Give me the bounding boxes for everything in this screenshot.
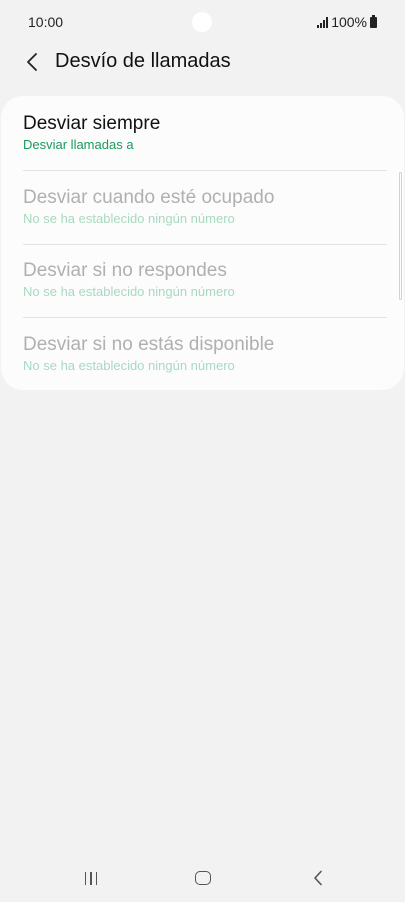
status-time: 10:00 [28, 14, 64, 30]
option-subtitle: No se ha establecido ningún número [23, 284, 235, 299]
option-title: Desviar siempre [23, 113, 161, 134]
option-forward-when-busy[interactable]: Desviar cuando esté ocupado No se ha est… [23, 186, 387, 227]
back-icon[interactable] [308, 868, 328, 888]
option-title: Desviar cuando esté ocupado [23, 187, 275, 208]
option-forward-when-unreachable[interactable]: Desviar si no estás disponible No se ha … [23, 333, 387, 374]
home-icon[interactable] [195, 871, 211, 885]
divider [23, 170, 387, 171]
option-title: Desviar si no estás disponible [23, 334, 275, 355]
status-indicators: 100% [317, 14, 377, 30]
option-subtitle: No se ha establecido ningún número [23, 211, 235, 226]
call-forwarding-options-card: Desviar siempre Desviar llamadas a Desvi… [1, 96, 404, 390]
chevron-left-icon [27, 53, 37, 71]
divider [23, 244, 387, 245]
navigation-bar [0, 858, 405, 902]
option-subtitle: No se ha establecido ningún número [23, 358, 235, 373]
page-title: Desvío de llamadas [55, 50, 231, 72]
recents-icon[interactable] [78, 868, 104, 888]
divider [23, 317, 387, 318]
battery-icon [370, 14, 377, 28]
option-forward-always[interactable]: Desviar siempre Desviar llamadas a [23, 112, 387, 153]
status-bar: 10:00 100% [0, 0, 405, 44]
signal-icon [317, 16, 329, 28]
camera-cutout [192, 12, 212, 32]
option-forward-when-unanswered[interactable]: Desviar si no respondes No se ha estable… [23, 259, 387, 300]
battery-percentage: 100% [331, 14, 367, 30]
option-title: Desviar si no respondes [23, 260, 227, 281]
option-subtitle: Desviar llamadas a [23, 137, 134, 152]
scrollbar[interactable] [399, 172, 402, 300]
back-button[interactable] [18, 46, 46, 78]
app-header: Desvío de llamadas [0, 42, 405, 82]
